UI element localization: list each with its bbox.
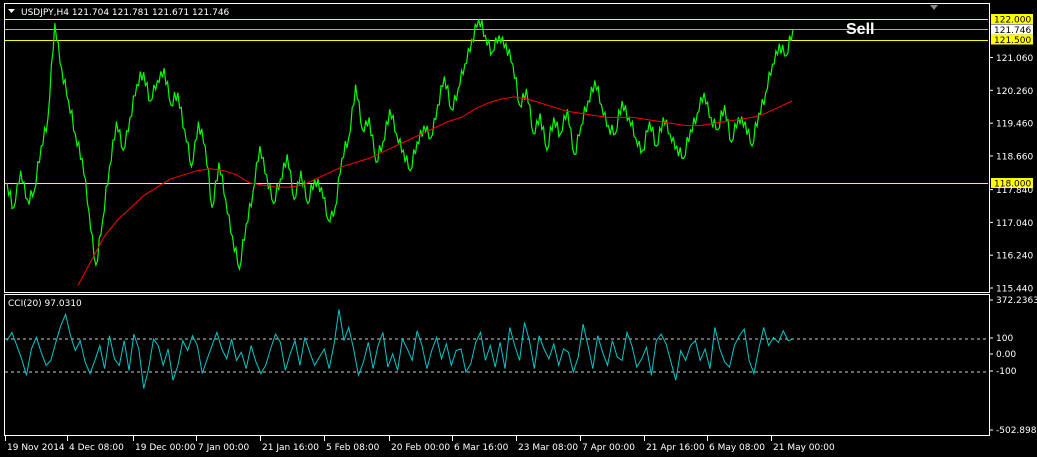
price-tick-label: 115.440	[996, 285, 1033, 295]
time-tick-label: 5 Feb 08:00	[326, 443, 380, 453]
price-tick-label: 121.060	[996, 54, 1033, 64]
time-tick-label: 21 May 00:00	[773, 443, 835, 453]
cci-tick-label: 372.2363	[996, 296, 1037, 306]
time-tick-label: 20 Feb 00:00	[391, 443, 450, 453]
time-tick-label: 7 Jan 00:00	[198, 443, 250, 453]
price-axis: 122.000121.746121.500 121.060 120.260 119.4…	[989, 14, 1033, 295]
time-tick-label: 6 Mar 16:00	[454, 443, 509, 453]
price-tick-label: 117.840	[996, 186, 1033, 196]
price-tick-label: 121.746	[994, 26, 1031, 36]
cci-tick-label: 100	[996, 334, 1013, 344]
price-tick-label: 121.500	[994, 36, 1031, 46]
time-tick-label: 23 Mar 08:00	[518, 443, 578, 453]
time-tick-label: 19 Nov 2014	[7, 443, 65, 453]
trading-chart[interactable]: 122.000121.746121.500 121.060 120.260 119.4…	[0, 0, 1037, 457]
cci-tick-label: -502.8983	[996, 426, 1037, 436]
price-tick-label: 117.040	[996, 219, 1033, 229]
price-tick-label: 116.240	[996, 252, 1033, 262]
time-tick-label: 21 Apr 16:00	[646, 443, 705, 453]
time-tick-label: 19 Dec 00:00	[135, 443, 196, 453]
time-tick-label: 7 Apr 00:00	[582, 443, 635, 453]
price-tick-label: 119.460	[996, 120, 1033, 130]
time-tick-label: 4 Dec 08:00	[69, 443, 124, 453]
cci-tick-label: 0.00	[996, 350, 1016, 360]
cci-title: CCI(20) 97.0310	[8, 299, 82, 309]
sell-annotation: Sell	[846, 21, 874, 38]
cci-tick-label: -100	[996, 367, 1017, 377]
chart-title: USDJPY,H4 121.704 121.781 121.671 121.74…	[21, 8, 230, 18]
price-tick-label: 120.260	[996, 87, 1033, 97]
time-tick-label: 6 May 08:00	[709, 443, 765, 453]
price-tick-label: 122.000	[994, 16, 1031, 26]
time-tick-label: 21 Jan 16:00	[262, 443, 319, 453]
price-tick-label: 118.660	[996, 152, 1033, 162]
